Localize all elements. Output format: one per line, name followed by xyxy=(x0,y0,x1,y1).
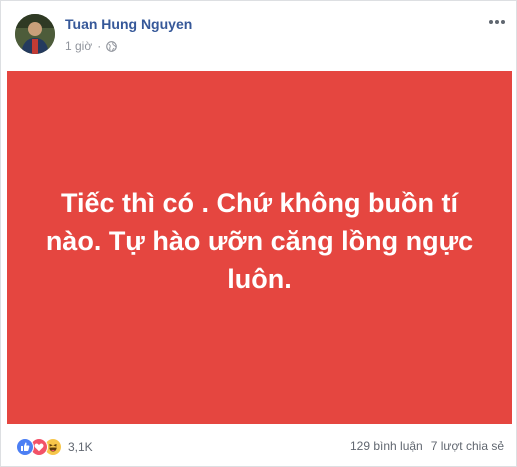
post-footer: 3,1K 129 bình luận 7 lượt chia sẻ xyxy=(1,424,516,466)
meta-separator: · xyxy=(97,39,102,53)
shares-count[interactable]: 7 lượt chia sẻ xyxy=(431,439,504,453)
globe-icon[interactable] xyxy=(106,40,118,52)
post-content-banner: Tiếc thì có . Chứ không buồn tí nào. Tự … xyxy=(7,71,512,424)
like-icon xyxy=(16,438,34,456)
author-name[interactable]: Tuan Hung Nguyen xyxy=(65,16,192,32)
post-header: Tuan Hung Nguyen 1 giờ · xyxy=(1,1,516,71)
post-card: Tuan Hung Nguyen 1 giờ · Tiếc thì có . C… xyxy=(0,0,517,467)
reactions-summary[interactable]: 3,1K xyxy=(16,438,93,456)
post-time[interactable]: 1 giờ xyxy=(65,39,92,53)
avatar[interactable] xyxy=(15,14,55,54)
reaction-count[interactable]: 3,1K xyxy=(68,440,93,454)
engagement-stats: 129 bình luận 7 lượt chia sẻ xyxy=(350,439,504,453)
more-options-icon[interactable] xyxy=(487,15,507,27)
comments-count[interactable]: 129 bình luận xyxy=(350,439,423,453)
post-text: Tiếc thì có . Chứ không buồn tí nào. Tự … xyxy=(45,187,474,294)
post-meta: 1 giờ · xyxy=(65,39,118,53)
